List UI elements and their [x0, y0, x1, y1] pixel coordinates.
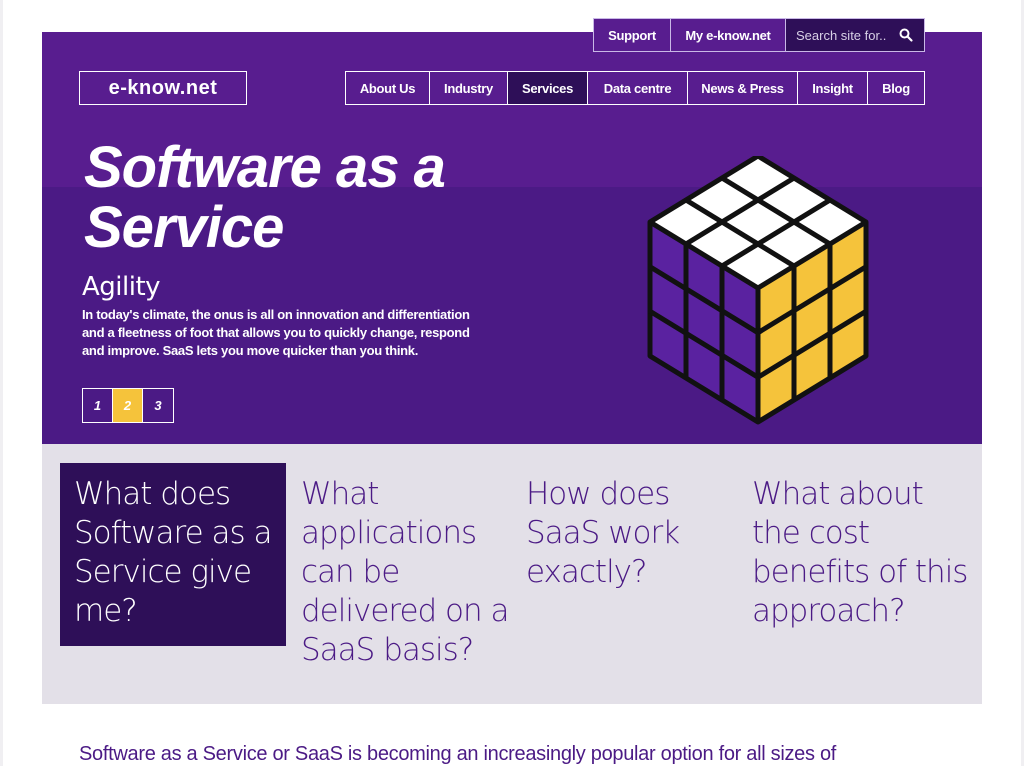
- faq-question-4[interactable]: What about the cost benefits of this app…: [752, 463, 972, 631]
- faq-question-2[interactable]: What applications can be delivered on a …: [301, 463, 521, 670]
- hero-subtitle: Agility: [82, 272, 161, 302]
- nav-news-press[interactable]: News & Press: [688, 72, 798, 104]
- main-nav: About Us Industry Services Data centre N…: [345, 71, 925, 105]
- hero-body-text: In today's climate, the onus is all on i…: [82, 307, 470, 358]
- nav-about-us[interactable]: About Us: [346, 72, 430, 104]
- search-input[interactable]: [796, 27, 896, 43]
- nav-data-centre[interactable]: Data centre: [588, 72, 688, 104]
- page-edge-left: [0, 0, 3, 766]
- slide-3-button[interactable]: 3: [143, 389, 173, 422]
- search-box: [786, 19, 924, 51]
- nav-industry[interactable]: Industry: [430, 72, 508, 104]
- site-logo[interactable]: e-know.net: [79, 71, 247, 105]
- rubiks-cube-illustration: [647, 156, 869, 425]
- utility-bar: Support My e-know.net: [593, 18, 925, 52]
- page-title: Software as a Service: [84, 135, 446, 260]
- slider-pagination: 1 2 3: [82, 388, 174, 423]
- slide-2-button[interactable]: 2: [113, 389, 143, 422]
- intro-paragraph: Software as a Service or SaaS is becomin…: [79, 743, 837, 765]
- faq-question-3[interactable]: How does SaaS work exactly?: [526, 463, 746, 592]
- support-link[interactable]: Support: [594, 19, 671, 51]
- nav-blog[interactable]: Blog: [868, 72, 924, 104]
- search-icon[interactable]: [898, 27, 914, 43]
- nav-services[interactable]: Services: [508, 72, 588, 104]
- faq-question-1[interactable]: What does Software as a Service give me?: [60, 463, 286, 646]
- my-account-link[interactable]: My e-know.net: [671, 19, 786, 51]
- slide-1-button[interactable]: 1: [83, 389, 113, 422]
- nav-insight[interactable]: Insight: [798, 72, 868, 104]
